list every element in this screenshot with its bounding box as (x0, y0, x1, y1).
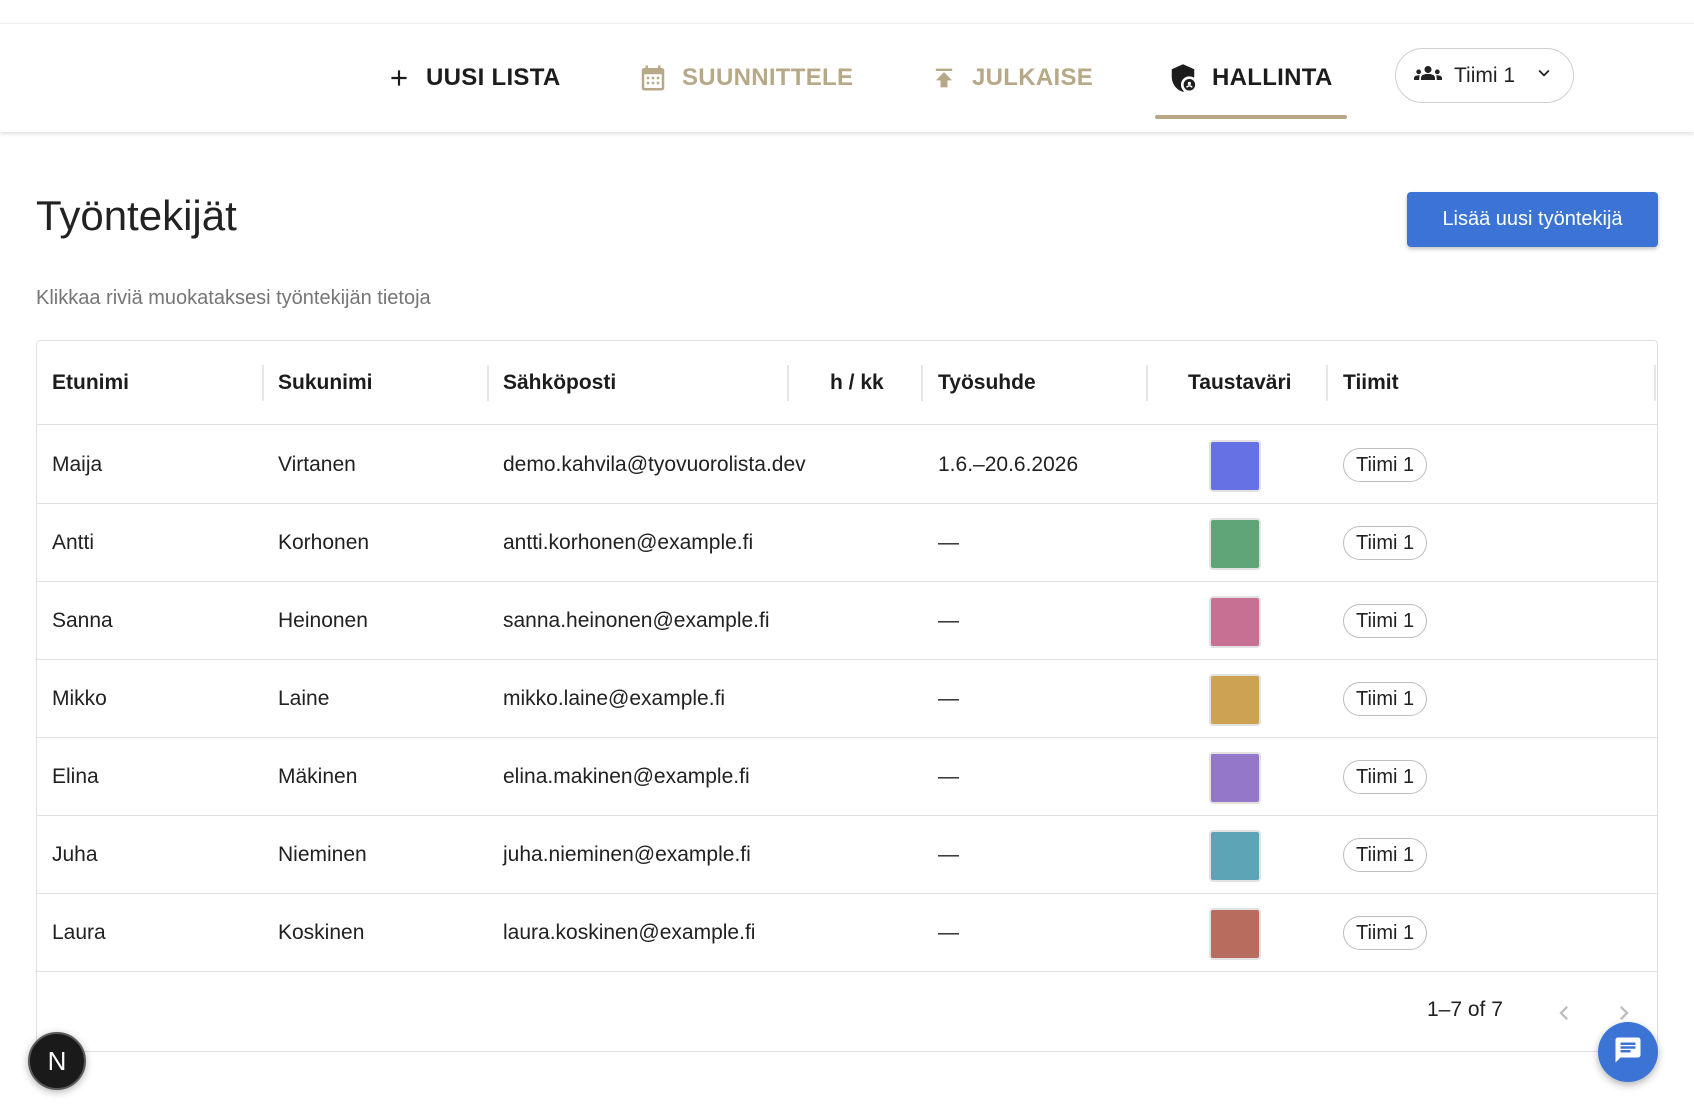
column-separator[interactable] (262, 365, 264, 401)
cell-last-name: Koskinen (278, 920, 365, 944)
table-row[interactable]: Juha Nieminen juha.nieminen@example.fi — Tii… (37, 816, 1657, 894)
cell-employment: — (938, 842, 959, 866)
cell-first-name: Laura (52, 920, 106, 944)
column-separator[interactable] (1654, 365, 1656, 401)
cell-employment: — (938, 764, 959, 788)
app-bar: UUSI LISTA SUUNNITTELE JULKAISE HALLINTA… (0, 24, 1694, 132)
shield-account-icon (1168, 63, 1198, 93)
cell-email: mikko.laine@example.fi (503, 686, 726, 710)
cell-email: juha.nieminen@example.fi (503, 842, 751, 866)
nav-plan-label: SUUNNITTELE (682, 64, 854, 91)
cell-email: laura.koskinen@example.fi (503, 920, 756, 944)
cell-last-name: Korhonen (278, 530, 370, 554)
column-separator[interactable] (921, 365, 923, 401)
team-chip: Tiimi 1 (1343, 526, 1428, 560)
color-swatch (1209, 908, 1261, 960)
table-footer: 1–7 of 7 (37, 973, 1657, 1051)
cell-email: sanna.heinonen@example.fi (503, 608, 770, 632)
cell-employment: — (938, 686, 959, 710)
color-swatch (1209, 674, 1261, 726)
table-row[interactable]: Antti Korhonen antti.korhonen@example.fi — T… (37, 504, 1657, 582)
cell-first-name: Elina (52, 764, 99, 788)
dev-badge-letter: N (47, 1045, 67, 1076)
page-title: Työntekijät (36, 192, 237, 239)
cell-email: demo.kahvila@tyovuorolista.dev (503, 452, 806, 476)
chevron-down-icon (1533, 62, 1555, 90)
column-header-employment[interactable]: Työsuhde (938, 341, 1036, 425)
table-row[interactable]: Maija Virtanen demo.kahvila@tyovuorolista.… (37, 426, 1657, 504)
nav-plan[interactable]: SUUNNITTELE (638, 24, 853, 132)
chat-button[interactable] (1598, 1022, 1658, 1082)
cell-last-name: Laine (278, 686, 330, 710)
nextjs-icon[interactable]: N (28, 1032, 86, 1090)
team-chip: Tiimi 1 (1343, 448, 1428, 482)
color-swatch (1209, 752, 1261, 804)
column-header-hours[interactable]: h / kk (830, 341, 884, 425)
chevron-left-icon[interactable] (1544, 993, 1584, 1033)
cell-first-name: Sanna (52, 608, 113, 632)
cell-employment: 1.6.–20.6.2026 (938, 452, 1079, 476)
column-header-teams[interactable]: Tiimit (1343, 341, 1399, 425)
color-swatch (1209, 830, 1261, 882)
team-chip: Tiimi 1 (1343, 682, 1428, 716)
table-row[interactable]: Elina Mäkinen elina.makinen@example.fi — Tii… (37, 738, 1657, 816)
nav-new-list[interactable]: UUSI LISTA (386, 24, 561, 132)
upload-icon (930, 64, 958, 92)
column-separator[interactable] (1146, 365, 1148, 401)
calendar-icon (638, 63, 668, 93)
cell-email: elina.makinen@example.fi (503, 764, 750, 788)
column-header-color[interactable]: Taustaväri (1188, 341, 1292, 425)
cell-last-name: Nieminen (278, 842, 367, 866)
table-header: Etunimi Sukunimi Sähköposti h / kk Työsu… (37, 341, 1657, 425)
cell-first-name: Mikko (52, 686, 107, 710)
table-row[interactable]: Laura Koskinen laura.koskinen@example.fi — T… (37, 894, 1657, 972)
team-chip: Tiimi 1 (1343, 838, 1428, 872)
nav-publish-label: JULKAISE (972, 64, 1094, 91)
column-separator[interactable] (1326, 365, 1328, 401)
column-separator[interactable] (787, 365, 789, 401)
column-separator[interactable] (487, 365, 489, 401)
nav-publish[interactable]: JULKAISE (930, 24, 1093, 132)
cell-last-name: Heinonen (278, 608, 368, 632)
add-employee-button[interactable]: Lisää uusi työntekijä (1407, 192, 1658, 247)
nav-new-list-label: UUSI LISTA (426, 64, 561, 91)
column-header-first-name[interactable]: Etunimi (52, 341, 129, 425)
cell-first-name: Juha (52, 842, 98, 866)
team-chip: Tiimi 1 (1343, 760, 1428, 794)
edit-hint: Klikkaa riviä muokataksesi työntekijän t… (36, 287, 431, 309)
cell-email: antti.korhonen@example.fi (503, 530, 754, 554)
chat-icon (1613, 1035, 1643, 1070)
color-swatch (1209, 596, 1261, 648)
table-row[interactable]: Sanna Heinonen sanna.heinonen@example.fi — T… (37, 582, 1657, 660)
plus-icon (386, 65, 412, 91)
team-chip: Tiimi 1 (1343, 916, 1428, 950)
cell-last-name: Mäkinen (278, 764, 358, 788)
color-swatch (1209, 518, 1261, 570)
group-icon (1414, 59, 1442, 93)
cell-first-name: Maija (52, 452, 103, 476)
employee-table: Etunimi Sukunimi Sähköposti h / kk Työsu… (36, 340, 1658, 1052)
cell-employment: — (938, 530, 959, 554)
cell-last-name: Virtanen (278, 452, 356, 476)
column-header-email[interactable]: Sähköposti (503, 341, 616, 425)
cell-employment: — (938, 920, 959, 944)
cell-employment: — (938, 608, 959, 632)
table-row[interactable]: Mikko Laine mikko.laine@example.fi — Tiimi 1 (37, 660, 1657, 738)
team-chip: Tiimi 1 (1343, 604, 1428, 638)
column-header-last-name[interactable]: Sukunimi (278, 341, 373, 425)
nav-admin-label: HALLINTA (1212, 64, 1333, 91)
color-swatch (1209, 440, 1261, 492)
cell-first-name: Antti (52, 530, 95, 554)
active-tab-indicator (1155, 115, 1347, 119)
team-select-value: Tiimi 1 (1454, 63, 1516, 87)
pagination-label: 1–7 of 7 (1427, 998, 1503, 1021)
top-strip (0, 0, 1694, 24)
team-select[interactable]: Tiimi 1 (1395, 48, 1574, 103)
